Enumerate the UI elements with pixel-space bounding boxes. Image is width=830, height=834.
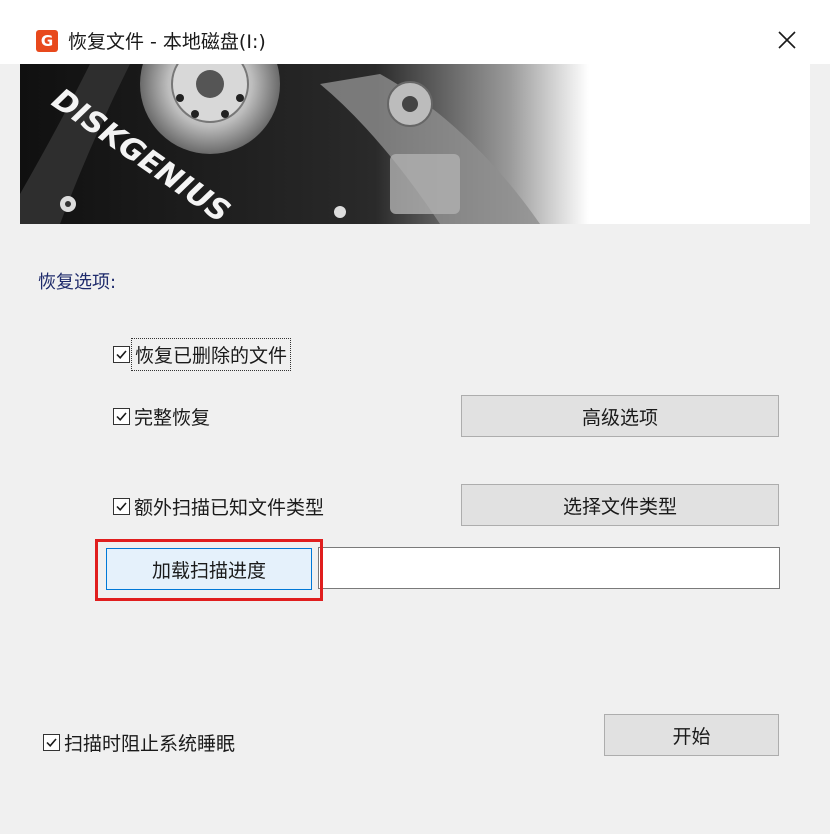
checkbox-box[interactable] [43, 734, 60, 751]
checkbox-box[interactable] [113, 498, 130, 515]
checkmark-icon [116, 412, 127, 421]
checkmark-icon [46, 738, 57, 747]
close-button[interactable] [760, 18, 814, 62]
checkbox-label: 恢复已删除的文件 [130, 338, 292, 371]
checkbox-box[interactable] [113, 346, 130, 363]
checkbox-label: 扫描时阻止系统睡眠 [64, 733, 236, 755]
prevent-sleep-checkbox[interactable]: 扫描时阻止系统睡眠 [43, 729, 235, 756]
advanced-options-button[interactable]: 高级选项 [461, 395, 779, 437]
recover-deleted-files-checkbox[interactable]: 恢复已删除的文件 [113, 338, 292, 371]
select-file-types-button[interactable]: 选择文件类型 [461, 484, 779, 526]
recovery-options-label: 恢复选项: [38, 272, 117, 293]
diskgenius-app-icon: G [36, 30, 58, 52]
scan-known-file-types-checkbox[interactable]: 额外扫描已知文件类型 [113, 493, 324, 520]
checkbox-label: 完整恢复 [134, 407, 211, 429]
full-recovery-checkbox[interactable]: 完整恢复 [113, 403, 210, 430]
recover-files-dialog: G 恢复文件 - 本地磁盘(I:) DISKGENIUS 恢复选项: 恢复已删除… [0, 0, 830, 834]
title-bar: G 恢复文件 - 本地磁盘(I:) [0, 0, 830, 64]
checkmark-icon [116, 350, 127, 359]
checkmark-icon [116, 502, 127, 511]
checkbox-label: 额外扫描已知文件类型 [134, 497, 325, 519]
diskgenius-banner-image: DISKGENIUS [20, 64, 810, 224]
window-title: 恢复文件 - 本地磁盘(I:) [68, 31, 266, 53]
load-scan-progress-button[interactable]: 加载扫描进度 [106, 548, 312, 590]
start-button[interactable]: 开始 [604, 714, 779, 756]
scan-progress-file-field[interactable] [318, 547, 780, 589]
close-icon [778, 31, 796, 49]
checkbox-box[interactable] [113, 408, 130, 425]
